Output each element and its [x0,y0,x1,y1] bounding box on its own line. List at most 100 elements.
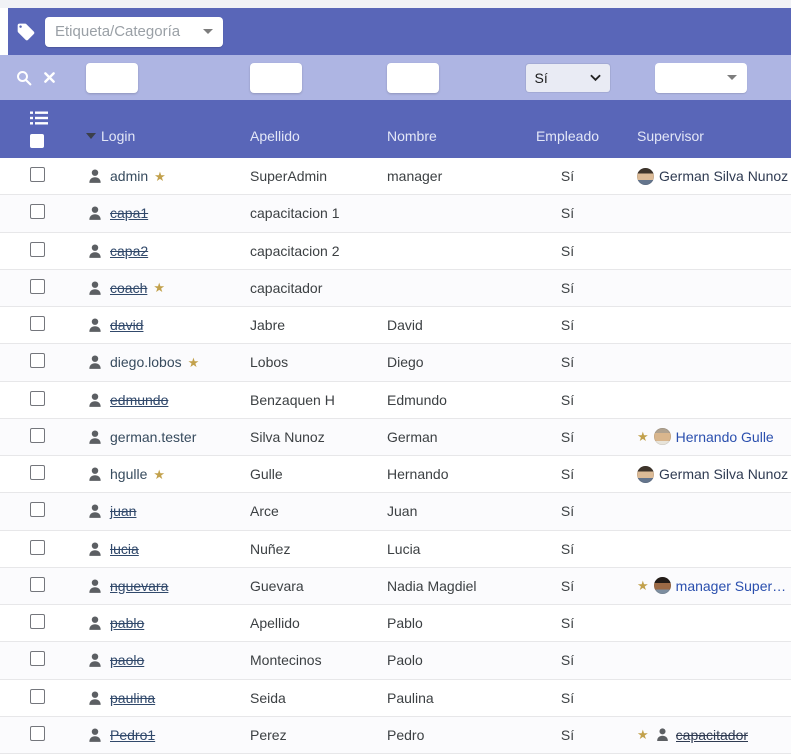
supervisor-link[interactable]: capacitador [676,727,748,743]
etiqueta-categoria-placeholder: Etiqueta/Categoría [45,23,180,40]
login-link[interactable]: german.tester [110,429,196,445]
list-menu-icon[interactable] [30,111,86,128]
sort-descending-icon [86,133,96,139]
empleado-cell: Sí [510,168,625,184]
row-checkbox[interactable] [30,540,45,555]
row-checkbox[interactable] [30,502,45,517]
supervisor-filter-dropdown[interactable] [655,63,747,93]
chevron-down-icon [727,75,737,80]
login-filter-input[interactable] [86,63,138,93]
empleado-cell: Sí [510,727,625,743]
supervisor-star-icon: ★ [637,430,649,443]
apellido-cell: Lobos [250,354,387,370]
row-checkbox[interactable] [30,167,45,182]
apellido-cell: Gulle [250,466,387,482]
empleado-cell: Sí [510,392,625,408]
favorite-star-icon: ★ [154,170,166,183]
person-silhouette-icon [86,316,104,334]
login-link[interactable]: Pedro1 [110,727,155,743]
supervisor-link[interactable]: German Silva Nunoz [659,168,788,184]
apellido-filter-input[interactable] [250,63,302,93]
login-link[interactable]: hgulle [110,466,147,482]
supervisor-star-icon: ★ [637,579,649,592]
chevron-down-icon [590,74,601,82]
empleado-cell: Sí [510,541,625,557]
table-row: juan Arce Juan Sí [0,493,791,530]
apellido-cell: Montecinos [250,652,387,668]
table-row: capa1 capacitacion 1 Sí [0,195,791,232]
etiqueta-categoria-dropdown[interactable]: Etiqueta/Categoría [45,17,223,47]
person-silhouette-icon [86,353,104,371]
nombre-cell: Hernando [387,466,510,482]
row-checkbox[interactable] [30,428,45,443]
supervisor-link[interactable]: manager Super… [676,578,787,594]
login-link[interactable]: paulina [110,690,155,706]
chevron-down-icon [203,29,213,34]
row-checkbox[interactable] [30,242,45,257]
favorite-star-icon: ★ [188,356,200,369]
row-checkbox[interactable] [30,391,45,406]
filter-bar: Sí [0,55,791,100]
login-link[interactable]: capa1 [110,205,148,221]
row-checkbox[interactable] [30,689,45,704]
table-row: david Jabre David Sí [0,307,791,344]
table-row: coach ★ capacitador Sí [0,270,791,307]
login-link[interactable]: coach [110,280,147,296]
row-checkbox[interactable] [30,279,45,294]
row-checkbox[interactable] [30,204,45,219]
search-icon[interactable] [15,69,33,87]
person-silhouette-icon [86,577,104,595]
row-checkbox[interactable] [30,614,45,629]
empleado-cell: Sí [510,354,625,370]
tag-icon [16,22,36,42]
empleado-cell: Sí [510,652,625,668]
apellido-cell: capacitacion 2 [250,243,387,259]
clear-x-icon[interactable] [44,72,55,83]
column-header-apellido[interactable]: Apellido [250,100,387,158]
supervisor-person-icon [654,726,671,743]
column-header-supervisor[interactable]: Supervisor [625,100,791,158]
row-checkbox[interactable] [30,577,45,592]
login-link[interactable]: capa2 [110,243,148,259]
table-row: nguevara Guevara Nadia Magdiel Sí ★ mana… [0,568,791,605]
table-row: paolo Montecinos Paolo Sí [0,642,791,679]
column-header-login[interactable]: Login [86,100,250,158]
person-silhouette-icon [86,614,104,632]
table-row: pablo Apellido Pablo Sí [0,605,791,642]
table-row: diego.lobos ★ Lobos Diego Sí [0,344,791,381]
row-checkbox[interactable] [30,465,45,480]
empleado-cell: Sí [510,317,625,333]
login-link[interactable]: pablo [110,615,144,631]
apellido-cell: Apellido [250,615,387,631]
login-link[interactable]: nguevara [110,578,168,594]
supervisor-link[interactable]: German Silva Nunoz [659,466,788,482]
row-checkbox[interactable] [30,316,45,331]
favorite-star-icon: ★ [153,281,165,294]
nombre-cell: German [387,429,510,445]
supervisor-link[interactable]: Hernando Gulle [676,429,774,445]
login-link[interactable]: diego.lobos [110,354,182,370]
nombre-cell: Paulina [387,690,510,706]
login-link[interactable]: lucia [110,541,139,557]
login-link[interactable]: david [110,317,143,333]
select-all-checkbox[interactable] [30,134,44,148]
column-header-nombre[interactable]: Nombre [387,100,510,158]
nombre-filter-input[interactable] [387,63,439,93]
apellido-cell: Guevara [250,578,387,594]
login-link[interactable]: juan [110,503,136,519]
empleado-filter-select[interactable]: Sí [526,64,610,92]
login-link[interactable]: paolo [110,652,144,668]
row-checkbox[interactable] [30,651,45,666]
login-link[interactable]: edmundo [110,392,168,408]
login-link[interactable]: admin [110,168,148,184]
table-row: edmundo Benzaquen H Edmundo Sí [0,382,791,419]
column-header-empleado[interactable]: Empleado [510,100,625,158]
apellido-cell: Arce [250,503,387,519]
row-checkbox[interactable] [30,726,45,741]
nombre-cell: Nadia Magdiel [387,578,510,594]
apellido-cell: Seida [250,690,387,706]
nombre-cell: Pedro [387,727,510,743]
nombre-cell: Juan [387,503,510,519]
row-checkbox[interactable] [30,353,45,368]
table-row: paulina Seida Paulina Sí [0,680,791,717]
